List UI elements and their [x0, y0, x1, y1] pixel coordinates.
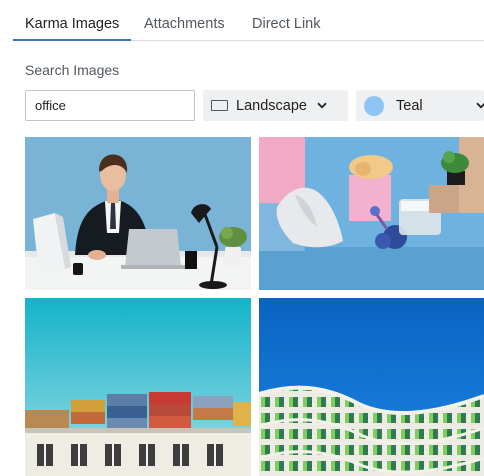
image-thumbnail-building[interactable]: [259, 298, 484, 476]
chevron-down-icon: [317, 102, 327, 109]
image-thumbnail-containers[interactable]: [25, 298, 251, 476]
still-life-image: [259, 137, 484, 290]
image-picker: Karma Images Attachments Direct Link Sea…: [0, 0, 484, 476]
landscape-icon: [211, 100, 228, 111]
tab-direct-link[interactable]: Direct Link: [252, 7, 321, 41]
orientation-select[interactable]: Landscape: [203, 90, 348, 121]
containers-image: [25, 298, 251, 476]
tab-karma-images[interactable]: Karma Images: [13, 7, 132, 41]
image-thumbnail-businessman[interactable]: [25, 137, 251, 290]
chevron-down-icon: [476, 102, 484, 109]
building-image: [259, 298, 484, 476]
color-select-value: Teal: [396, 97, 423, 114]
color-swatch: [364, 95, 384, 116]
businessman-image: [25, 137, 251, 290]
image-results-grid: [25, 137, 484, 476]
search-label: Search Images: [25, 62, 120, 78]
search-input[interactable]: [25, 90, 195, 121]
color-select[interactable]: Teal: [356, 90, 484, 121]
tab-bar: Karma Images Attachments Direct Link: [13, 7, 484, 41]
image-thumbnail-still-life[interactable]: [259, 137, 484, 290]
orientation-select-value: Landscape: [236, 97, 307, 114]
tab-attachments[interactable]: Attachments: [144, 7, 225, 41]
